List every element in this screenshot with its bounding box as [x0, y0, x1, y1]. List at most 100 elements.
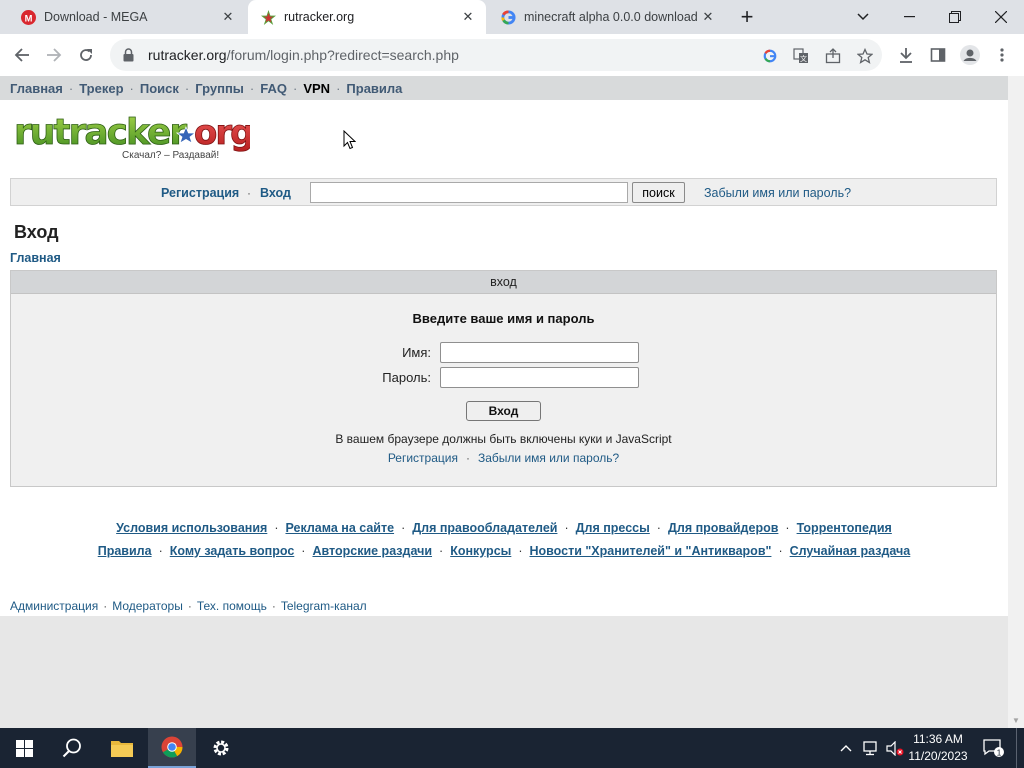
footer-link[interactable]: Для правообладателей: [412, 521, 557, 535]
search-icon[interactable]: [48, 728, 96, 768]
reload-icon[interactable]: [72, 41, 100, 69]
top-navigation: Главная · Трекер · Поиск · Группы · FAQ …: [0, 76, 1008, 100]
tab-search-icon[interactable]: [840, 0, 886, 34]
footer-link[interactable]: Реклама на сайте: [285, 521, 394, 535]
show-desktop-button[interactable]: [1016, 728, 1024, 768]
nav-vpn[interactable]: VPN: [303, 81, 330, 96]
windows-taskbar: 11:36 AM 11/20/2023 1: [0, 728, 1024, 768]
tab-mega[interactable]: M Download - MEGA ✕: [8, 0, 246, 34]
download-icon[interactable]: [892, 41, 920, 69]
back-icon[interactable]: [8, 41, 36, 69]
side-panel-icon[interactable]: [924, 41, 952, 69]
login-search-bar: Регистрация · Вход поиск Забыли имя или …: [10, 178, 997, 206]
settings-gear-icon[interactable]: [197, 728, 245, 768]
forgot-password-link[interactable]: Забыли имя или пароль?: [704, 186, 851, 200]
svg-text:Скачал? – Раздавай!: Скачал? – Раздавай!: [122, 150, 219, 161]
nav-rules[interactable]: Правила: [346, 81, 402, 96]
nav-groups[interactable]: Группы: [195, 81, 244, 96]
footer-links-row-1: Условия использования · Реклама на сайте · Д…: [116, 521, 892, 535]
forward-icon[interactable]: [40, 41, 68, 69]
system-clock[interactable]: 11:36 AM 11/20/2023: [902, 731, 974, 765]
new-tab-button[interactable]: +: [725, 0, 769, 34]
footer-link[interactable]: Авторские раздачи: [312, 544, 432, 558]
cookies-note: В вашем браузере должны быть включены ку…: [335, 432, 672, 446]
breadcrumb[interactable]: Главная: [10, 251, 61, 265]
tab-title: rutracker.org: [284, 10, 355, 24]
close-tab-icon[interactable]: ✕: [460, 9, 476, 25]
network-icon[interactable]: [861, 728, 881, 768]
tab-strip: M Download - MEGA ✕ rutracker.org ✕ mine…: [0, 0, 1024, 34]
file-explorer-icon[interactable]: [98, 728, 146, 768]
google-icon: [500, 9, 516, 25]
telegram-link[interactable]: Telegram-канал: [281, 599, 367, 613]
name-field[interactable]: [440, 342, 639, 363]
share-icon[interactable]: [823, 46, 843, 66]
page-bottom-area: [0, 616, 1008, 728]
login-form-header: вход: [11, 271, 996, 294]
footer-link[interactable]: Правила: [98, 544, 152, 558]
search-button[interactable]: поиск: [632, 182, 685, 203]
footer-link[interactable]: Кому задать вопрос: [170, 544, 295, 558]
nav-tracker[interactable]: Трекер: [79, 81, 123, 96]
lock-icon[interactable]: [120, 48, 136, 62]
login-form-links: Регистрация · Забыли имя или пароль?: [387, 451, 620, 465]
rutracker-icon: [260, 9, 276, 25]
register-link[interactable]: Регистрация: [388, 451, 458, 465]
close-window-icon[interactable]: [978, 0, 1024, 34]
login-submit-button[interactable]: Вход: [466, 401, 541, 421]
admin-link[interactable]: Администрация: [10, 599, 98, 613]
footer-link[interactable]: Конкурсы: [450, 544, 511, 558]
svg-text:文: 文: [800, 54, 807, 63]
tech-support-link[interactable]: Тех. помощь: [197, 599, 267, 613]
clock-date: 11/20/2023: [908, 749, 968, 763]
windows-start-icon[interactable]: [0, 728, 48, 768]
nav-faq[interactable]: FAQ: [260, 81, 287, 96]
mega-icon: M: [20, 9, 36, 25]
vertical-scrollbar[interactable]: ▼: [1008, 76, 1024, 728]
profile-avatar-icon[interactable]: [956, 41, 984, 69]
google-lens-icon[interactable]: [760, 46, 780, 66]
site-logo[interactable]: rutracker org Скачал? – Раздавай!: [14, 112, 255, 164]
close-tab-icon[interactable]: ✕: [220, 9, 236, 25]
forgot-password-link[interactable]: Забыли имя или пароль?: [478, 451, 619, 465]
search-input[interactable]: [310, 182, 628, 203]
footer-link[interactable]: Торрентопедия: [797, 521, 892, 535]
clock-time: 11:36 AM: [913, 732, 963, 746]
notification-center-icon[interactable]: 1: [980, 728, 1008, 768]
footer-link[interactable]: Новости "Хранителей" и "Антикваров": [530, 544, 772, 558]
name-label: Имя:: [402, 345, 431, 360]
close-tab-icon[interactable]: ✕: [700, 9, 716, 25]
login-form: вход Введите ваше имя и пароль Имя: Паро…: [10, 270, 997, 487]
footer-link[interactable]: Для провайдеров: [668, 521, 778, 535]
bookmark-star-icon[interactable]: [855, 46, 875, 66]
svg-text:org: org: [194, 113, 250, 153]
minimize-icon[interactable]: [886, 0, 932, 34]
mouse-cursor-icon: [343, 129, 357, 155]
tab-rutracker[interactable]: rutracker.org ✕: [248, 0, 486, 34]
translate-icon[interactable]: 文: [791, 46, 811, 66]
tab-title: minecraft alpha 0.0.0 download: [524, 10, 698, 24]
browser-toolbar: rutracker.org/forum/login.php?redirect=s…: [0, 34, 1024, 76]
password-field[interactable]: [440, 367, 639, 388]
page-content: Главная · Трекер · Поиск · Группы · FAQ …: [0, 76, 1008, 728]
scroll-down-icon[interactable]: ▼: [1012, 716, 1020, 725]
chrome-taskbar-icon[interactable]: [148, 728, 196, 768]
notification-count: 1: [997, 748, 1002, 758]
bottom-links: Администрация · Модераторы · Тех. помощь · Tel…: [10, 599, 367, 613]
nav-search[interactable]: Поиск: [140, 81, 179, 96]
svg-text:rutracker: rutracker: [14, 112, 187, 153]
tab-title: Download - MEGA: [44, 10, 148, 24]
login-link[interactable]: Вход: [260, 186, 291, 200]
tray-chevron-up-icon[interactable]: [838, 728, 854, 768]
nav-home[interactable]: Главная: [10, 81, 63, 96]
footer-link[interactable]: Для прессы: [576, 521, 650, 535]
register-link[interactable]: Регистрация: [161, 186, 239, 200]
address-bar[interactable]: rutracker.org/forum/login.php?redirect=s…: [110, 39, 882, 71]
footer-link[interactable]: Условия использования: [116, 521, 267, 535]
menu-kebab-icon[interactable]: [988, 41, 1016, 69]
tab-google[interactable]: minecraft alpha 0.0.0 download ✕: [488, 0, 726, 34]
restore-icon[interactable]: [932, 0, 978, 34]
moderators-link[interactable]: Модераторы: [112, 599, 183, 613]
svg-text:M: M: [24, 13, 32, 23]
footer-link[interactable]: Случайная раздача: [790, 544, 911, 558]
